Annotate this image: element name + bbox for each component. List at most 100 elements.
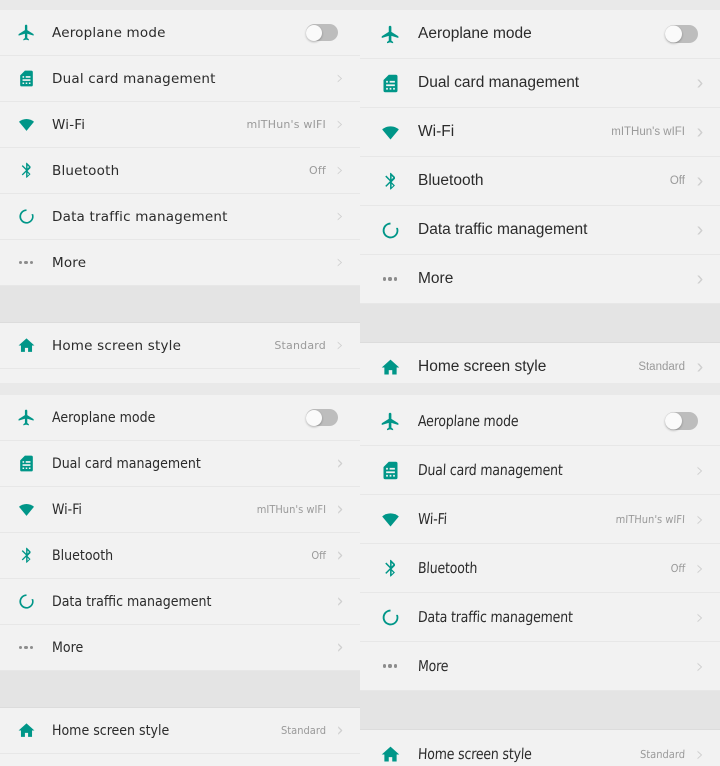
setting-label: Aeroplane mode (418, 25, 532, 42)
group-separator (0, 286, 360, 323)
setting-row-bluetooth[interactable]: Bluetooth Off › (360, 544, 720, 593)
setting-row-wifi[interactable]: Wi-Fi mITHun's wIFI › (0, 487, 360, 533)
setting-row-display[interactable]: Display › (0, 369, 360, 383)
more-dots-icon (376, 653, 404, 679)
toggle-knob (306, 24, 322, 41)
home-icon (376, 741, 404, 766)
setting-label: Data traffic management (52, 593, 212, 610)
status-strip (0, 0, 360, 10)
chevron-right-icon: › (696, 121, 704, 143)
bluetooth-icon (376, 555, 404, 581)
setting-row-home-screen-style[interactable]: Home screen style Standard › (360, 343, 720, 383)
setting-label: Bluetooth (52, 547, 114, 564)
toggle-knob (665, 25, 682, 43)
setting-row-home-screen-style[interactable]: Home screen style Standard › (0, 323, 360, 369)
setting-row-data-traffic-management[interactable]: Data traffic management › (0, 194, 360, 240)
setting-label: Aeroplane mode (52, 24, 166, 41)
setting-label: Home screen style (52, 337, 182, 354)
chevron-right-icon: › (336, 334, 344, 356)
setting-label: More (52, 254, 87, 271)
setting-row-wifi[interactable]: Wi-Fi mITHun's wIFI › (0, 102, 360, 148)
setting-row-wifi[interactable]: Wi-Fi mITHun's wIFI › (360, 495, 720, 544)
chevron-right-icon: › (336, 636, 344, 658)
bluetooth-icon (376, 168, 404, 194)
setting-row-aeroplane-mode[interactable]: Aeroplane mode (360, 10, 720, 59)
setting-label: Home screen style (417, 745, 533, 763)
setting-row-dual-card-management[interactable]: Dual card management › (0, 441, 360, 487)
chevron-right-icon: › (336, 590, 344, 612)
toggle-knob (306, 409, 322, 426)
setting-row-data-traffic-management[interactable]: Data traffic management › (360, 593, 720, 642)
chevron-right-icon: › (696, 507, 704, 531)
chevron-right-icon: › (336, 452, 344, 474)
setting-label: Home screen style (52, 722, 170, 739)
chevron-right-icon: › (696, 556, 704, 580)
setting-row-bluetooth[interactable]: Bluetooth Off › (0, 533, 360, 579)
setting-row-more[interactable]: More › (360, 642, 720, 691)
settings-panel-top-left: Aeroplane mode Dual card management › Wi… (0, 0, 360, 383)
setting-row-home-screen-style[interactable]: Home screen style Standard › (0, 708, 360, 754)
aeroplane-mode-toggle[interactable] (665, 25, 698, 43)
aeroplane-mode-toggle[interactable] (665, 412, 698, 430)
wifi-icon (376, 506, 404, 532)
setting-label: Data traffic management (418, 221, 588, 238)
wifi-icon (376, 119, 404, 145)
setting-row-home-screen-style[interactable]: Home screen style Standard › (360, 730, 720, 766)
group-separator (360, 691, 720, 730)
setting-label: Data traffic management (52, 208, 228, 225)
chevron-right-icon: › (336, 113, 344, 135)
setting-row-bluetooth[interactable]: Bluetooth Off › (0, 148, 360, 194)
setting-label: Data traffic management (417, 608, 574, 626)
setting-row-more[interactable]: More › (0, 240, 360, 286)
setting-row-dual-card-management[interactable]: Dual card management › (360, 59, 720, 108)
setting-row-more[interactable]: More › (0, 625, 360, 671)
aeroplane-mode-toggle[interactable] (306, 24, 338, 41)
setting-value: Standard (638, 361, 685, 373)
font-comparison-grid: Aeroplane mode Dual card management › Wi… (0, 0, 720, 766)
chevron-right-icon: › (336, 205, 344, 227)
setting-row-wifi[interactable]: Wi-Fi mITHun's wIFI › (360, 108, 720, 157)
setting-row-data-traffic-management[interactable]: Data traffic management › (0, 579, 360, 625)
settings-list: Aeroplane mode Dual card management › Wi… (360, 397, 720, 766)
group-separator (360, 304, 720, 343)
setting-row-data-traffic-management[interactable]: Data traffic management › (360, 206, 720, 255)
status-strip (0, 383, 360, 395)
settings-list: Aeroplane mode Dual card management › Wi… (0, 395, 360, 766)
setting-row-more[interactable]: More › (360, 255, 720, 304)
settings-list: Aeroplane mode Dual card management › Wi… (0, 10, 360, 383)
setting-label: Dual card management (52, 70, 216, 87)
setting-label: Bluetooth (52, 162, 120, 179)
setting-row-aeroplane-mode[interactable]: Aeroplane mode (0, 395, 360, 441)
home-icon (376, 354, 404, 380)
setting-label: Dual card management (417, 461, 564, 479)
sim-card-icon (376, 457, 404, 483)
setting-label: Bluetooth (417, 559, 478, 577)
chevron-right-icon: › (696, 458, 704, 482)
setting-row-display[interactable]: Display › (0, 754, 360, 766)
settings-panel-top-right: Aeroplane mode Dual card management › Wi… (360, 0, 720, 383)
setting-label: Aeroplane mode (52, 409, 156, 426)
airplane-icon (12, 21, 40, 45)
setting-value: mITHun's wIFI (246, 118, 326, 131)
setting-label: Dual card management (52, 455, 201, 472)
setting-value: mITHun's wIFI (611, 126, 685, 138)
setting-label: Home screen style (418, 358, 547, 375)
sim-card-icon (12, 67, 40, 91)
setting-label: Wi-Fi (418, 123, 455, 140)
more-dots-icon (12, 251, 40, 275)
setting-row-dual-card-management[interactable]: Dual card management › (0, 56, 360, 102)
setting-label: Dual card management (418, 74, 580, 91)
wifi-icon (12, 498, 40, 522)
setting-value: Off (308, 164, 326, 177)
setting-row-bluetooth[interactable]: Bluetooth Off › (360, 157, 720, 206)
setting-row-aeroplane-mode[interactable]: Aeroplane mode (0, 10, 360, 56)
wifi-icon (12, 113, 40, 137)
setting-row-dual-card-management[interactable]: Dual card management › (360, 446, 720, 495)
aeroplane-mode-toggle[interactable] (306, 409, 338, 426)
setting-row-aeroplane-mode[interactable]: Aeroplane mode (360, 397, 720, 446)
bluetooth-icon (12, 159, 40, 183)
data-traffic-icon (12, 590, 40, 614)
sim-card-icon (12, 452, 40, 476)
setting-label: More (417, 657, 449, 675)
data-traffic-icon (12, 205, 40, 229)
